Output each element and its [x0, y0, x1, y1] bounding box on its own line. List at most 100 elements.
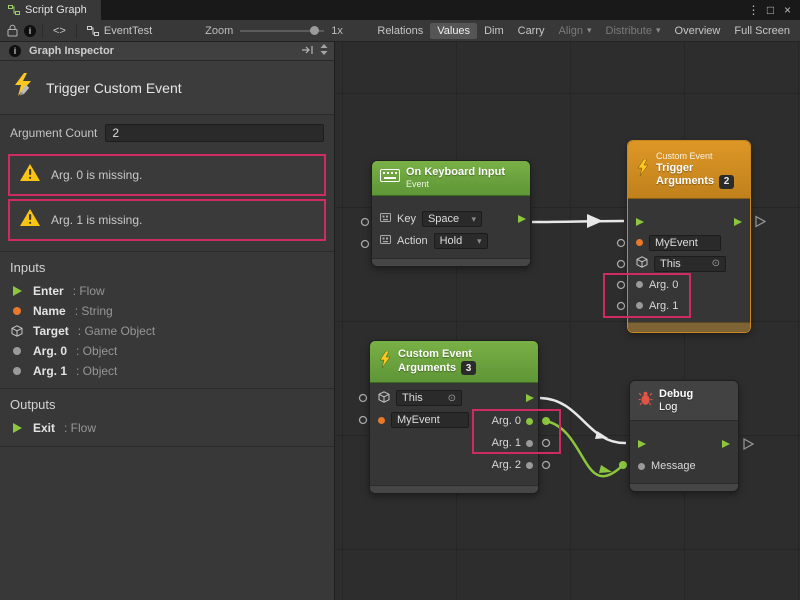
object-port-icon[interactable]	[526, 462, 533, 469]
event-name-row: MyEvent	[370, 410, 477, 430]
target-field[interactable]: This ⊙	[396, 390, 462, 406]
node-debug-log[interactable]: Debug Log Message	[630, 381, 738, 491]
zoom-slider-handle[interactable]	[310, 26, 319, 35]
target-picker-icon[interactable]: ⊙	[712, 258, 720, 269]
port-trigger-target[interactable]	[618, 261, 625, 268]
node-header: Debug Log	[630, 381, 738, 421]
port-trigger-arg0[interactable]	[618, 282, 625, 289]
flow-out-port[interactable]	[722, 440, 730, 448]
flow-row	[630, 433, 738, 455]
port-args-arg2-out[interactable]	[543, 462, 550, 469]
target-picker-icon[interactable]: ⊙	[448, 393, 456, 404]
wire-keyboard-to-trigger[interactable]	[532, 221, 624, 222]
gameobject-cube-icon[interactable]	[636, 256, 648, 271]
wire-arrowhead-icon	[595, 431, 608, 439]
message-row: Message	[630, 455, 738, 477]
string-port-icon[interactable]	[378, 417, 385, 424]
toolbar-button-align[interactable]: Align▾	[552, 23, 599, 39]
code-view-button[interactable]: <>	[46, 23, 73, 39]
graph-canvas[interactable]: On Keyboard Input Event Key Space ▾	[335, 42, 800, 600]
inputs-section: Inputs Enter: Flow Name: String Target: …	[0, 252, 334, 381]
port-trigger-name[interactable]	[618, 240, 625, 247]
target-field[interactable]: This ⊙	[654, 256, 726, 272]
node-subtitle: Log	[659, 401, 693, 414]
key-dropdown[interactable]: Space ▾	[422, 211, 482, 227]
object-port-icon[interactable]	[526, 418, 533, 425]
window-menu-button[interactable]: ⋮	[745, 0, 762, 20]
arg2-out-row: Arg. 2	[492, 456, 533, 474]
string-port-icon[interactable]	[636, 239, 643, 246]
toolbar-button-fullscreen[interactable]: Full Screen	[727, 23, 797, 39]
port-args-arg1-out[interactable]	[543, 440, 550, 447]
warning-text: Arg. 1 is missing.	[51, 213, 142, 227]
selected-unit-title: Trigger Custom Event	[46, 80, 182, 96]
port-args-target[interactable]	[360, 395, 367, 402]
toolbar-button-dim[interactable]: Dim	[477, 23, 511, 39]
gameobject-cube-icon[interactable]	[378, 391, 390, 406]
port-trigger-exit-marker[interactable]	[756, 217, 765, 227]
node-title: Debug	[659, 388, 693, 401]
flow-out-port[interactable]	[526, 394, 534, 402]
toolbar-button-carry[interactable]: Carry	[511, 23, 552, 39]
wire-arg0-to-message[interactable]	[546, 421, 623, 476]
object-port-icon[interactable]	[636, 302, 643, 309]
event-name-field[interactable]: MyEvent	[649, 235, 721, 251]
wire-arguments-to-debug[interactable]	[540, 398, 626, 443]
pin-enter: Enter: Flow	[0, 281, 334, 301]
object-port-icon[interactable]	[636, 281, 643, 288]
port-args-name[interactable]	[360, 417, 367, 424]
flow-in-port[interactable]	[638, 440, 646, 448]
node-header: Custom Event Arguments3	[370, 341, 538, 383]
window-close-button[interactable]: ×	[779, 0, 796, 20]
string-port-icon	[13, 307, 21, 315]
pin-arg0: Arg. 0: Object	[0, 341, 334, 361]
event-name-field[interactable]: MyEvent	[391, 412, 469, 428]
action-dropdown[interactable]: Hold ▾	[434, 233, 488, 249]
unity-window: Script Graph ⋮ □ × i <> EventTest Zoom 1…	[0, 0, 800, 600]
warning-icon	[19, 163, 41, 187]
port-debug-message-connected[interactable]	[619, 461, 627, 469]
key-label: Key	[397, 213, 416, 225]
graph-toolbar: i <> EventTest Zoom 1x Relations Values …	[0, 20, 800, 42]
asset-button[interactable]: EventTest	[80, 22, 159, 39]
toolbar-button-values[interactable]: Values	[430, 23, 477, 39]
inspector-title: Graph Inspector	[29, 45, 114, 57]
argument-count-label: Argument Count	[10, 126, 97, 140]
port-debug-exit-marker[interactable]	[744, 439, 753, 449]
asset-name-label: EventTest	[104, 25, 152, 37]
lock-icon[interactable]	[3, 22, 21, 40]
node-on-keyboard-input[interactable]: On Keyboard Input Event Key Space ▾	[372, 161, 530, 266]
node-trigger-custom-event[interactable]: Custom Event Trigger Arguments2 MyEvent	[628, 141, 750, 332]
toolbar-separator	[42, 24, 43, 38]
window-maximize-button[interactable]: □	[762, 0, 779, 20]
flow-in-port[interactable]	[636, 218, 644, 226]
dock-panel-icon[interactable]	[301, 45, 314, 58]
wire-arrowhead-icon	[587, 214, 603, 228]
inspector-header: i Graph Inspector	[0, 42, 334, 61]
zoom-slider[interactable]	[240, 30, 324, 32]
node-footer	[370, 485, 538, 493]
argument-count-input[interactable]	[105, 124, 324, 142]
port-args-arg0-out-connected[interactable]	[542, 417, 550, 425]
port-keyboard-key[interactable]	[362, 219, 369, 226]
pin-target: Target: Game Object	[0, 321, 334, 341]
flow-row	[628, 211, 750, 232]
node-custom-event-arguments[interactable]: Custom Event Arguments3 This ⊙	[370, 341, 538, 493]
tab-script-graph[interactable]: Script Graph	[0, 0, 101, 20]
port-trigger-arg1[interactable]	[618, 303, 625, 310]
info-icon[interactable]: i	[24, 25, 36, 37]
object-port-icon[interactable]	[526, 440, 533, 447]
toolbar-button-overview[interactable]: Overview	[668, 23, 728, 39]
toolbar-button-distribute[interactable]: Distribute▾	[599, 23, 668, 39]
port-keyboard-action[interactable]	[362, 241, 369, 248]
panel-scrub-icon[interactable]	[320, 44, 328, 58]
bug-icon	[638, 391, 653, 411]
toolbar-button-relations[interactable]: Relations	[370, 23, 430, 39]
warning-icon	[19, 208, 41, 232]
target-row: This ⊙	[370, 388, 470, 408]
node-footer	[372, 258, 530, 266]
object-port-icon[interactable]	[638, 463, 645, 470]
flow-out-port[interactable]	[734, 218, 742, 226]
flow-out-port[interactable]	[518, 215, 526, 223]
action-label: Action	[397, 235, 428, 247]
